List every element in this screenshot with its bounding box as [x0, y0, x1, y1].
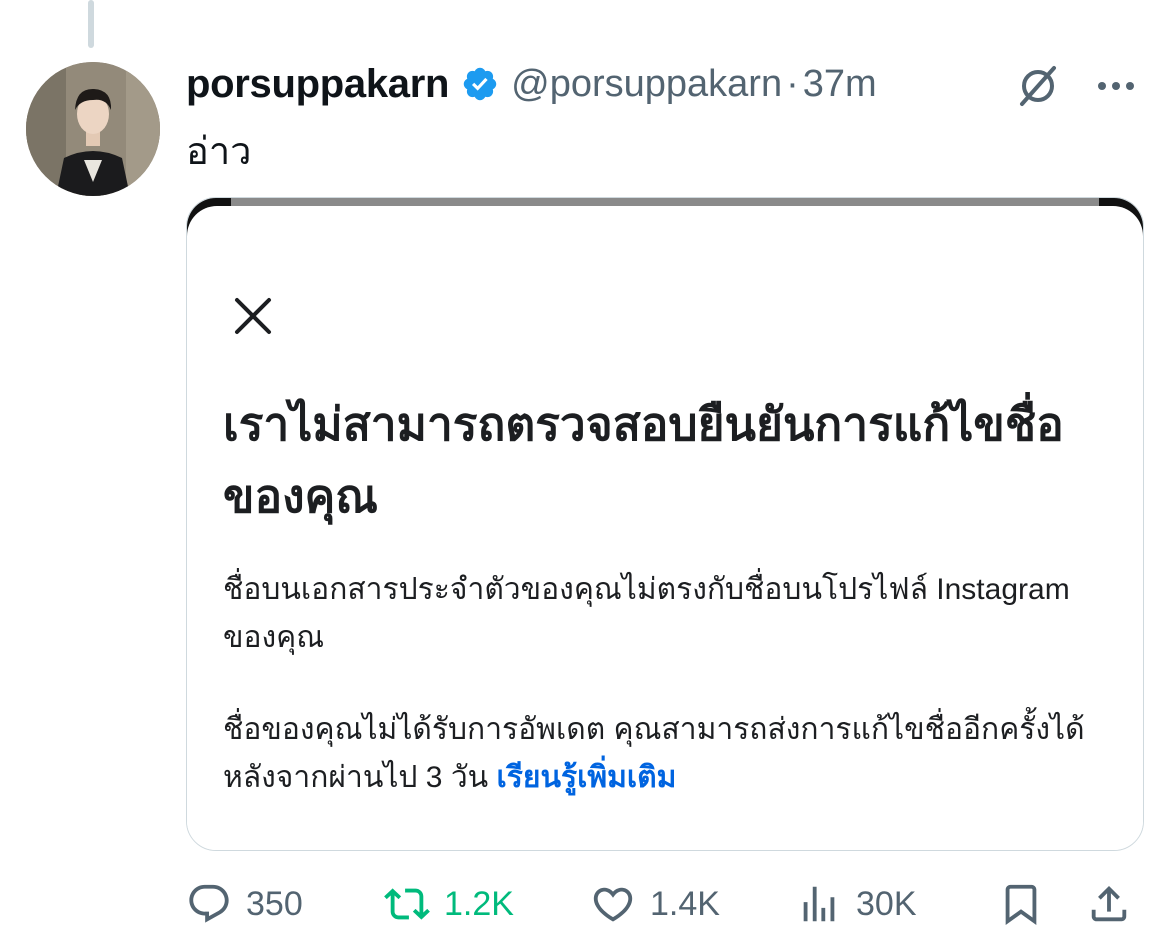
dialog-message: ชื่อบนเอกสารประจำตัวของคุณไม่ตรงกับชื่อบ… — [223, 573, 1070, 654]
retweet-count: 1.2K — [444, 884, 514, 923]
tweet-media-image[interactable]: เราไม่สามารถตรวจสอบยืนยันการแก้ไขชื่อของ… — [186, 197, 1144, 851]
tweet-header: porsuppakarn @porsuppakarn · 37m — [186, 58, 877, 110]
avatar-image — [26, 62, 160, 196]
like-button[interactable]: 1.4K — [590, 878, 720, 930]
reply-count: 350 — [246, 884, 303, 923]
views-count: 30K — [856, 884, 917, 923]
tweet-text: อ่าว — [186, 131, 252, 173]
heart-icon — [593, 887, 633, 922]
retweet-icon — [384, 888, 430, 920]
thread-connector-line — [88, 0, 94, 48]
timestamp[interactable]: 37m — [803, 63, 877, 106]
dialog-message-secondary: ชื่อของคุณไม่ได้รับการอัพเดต คุณสามารถส่… — [223, 706, 1103, 802]
retweet-button[interactable]: 1.2K — [384, 878, 514, 930]
dialog-sheet: เราไม่สามารถตรวจสอบยืนยันการแก้ไขชื่อของ… — [187, 206, 1143, 850]
separator-dot: · — [786, 62, 799, 105]
avatar[interactable] — [26, 62, 160, 196]
bookmark-icon — [1005, 884, 1037, 925]
more-icon[interactable] — [1094, 64, 1138, 108]
close-icon — [235, 298, 271, 334]
learn-more-link: เรียนรู้เพิ่มเติม — [496, 761, 677, 794]
like-count: 1.4K — [650, 884, 720, 923]
views-button[interactable]: 30K — [796, 878, 917, 930]
reply-icon — [189, 884, 229, 923]
grok-icon[interactable] — [1014, 62, 1062, 110]
share-icon — [1091, 885, 1127, 922]
bookmark-button[interactable] — [998, 878, 1058, 930]
dialog-title: เราไม่สามารถตรวจสอบยืนยันการแก้ไขชื่อของ… — [223, 398, 1064, 522]
views-icon — [803, 886, 835, 922]
verified-badge-icon — [463, 67, 497, 101]
share-button[interactable] — [1086, 878, 1146, 930]
tweet-actions-bar: 350 1.2K 1.4K 30K — [186, 878, 1142, 930]
user-handle[interactable]: @porsuppakarn — [511, 63, 782, 106]
reply-button[interactable]: 350 — [186, 878, 303, 930]
display-name[interactable]: porsuppakarn — [186, 62, 449, 107]
